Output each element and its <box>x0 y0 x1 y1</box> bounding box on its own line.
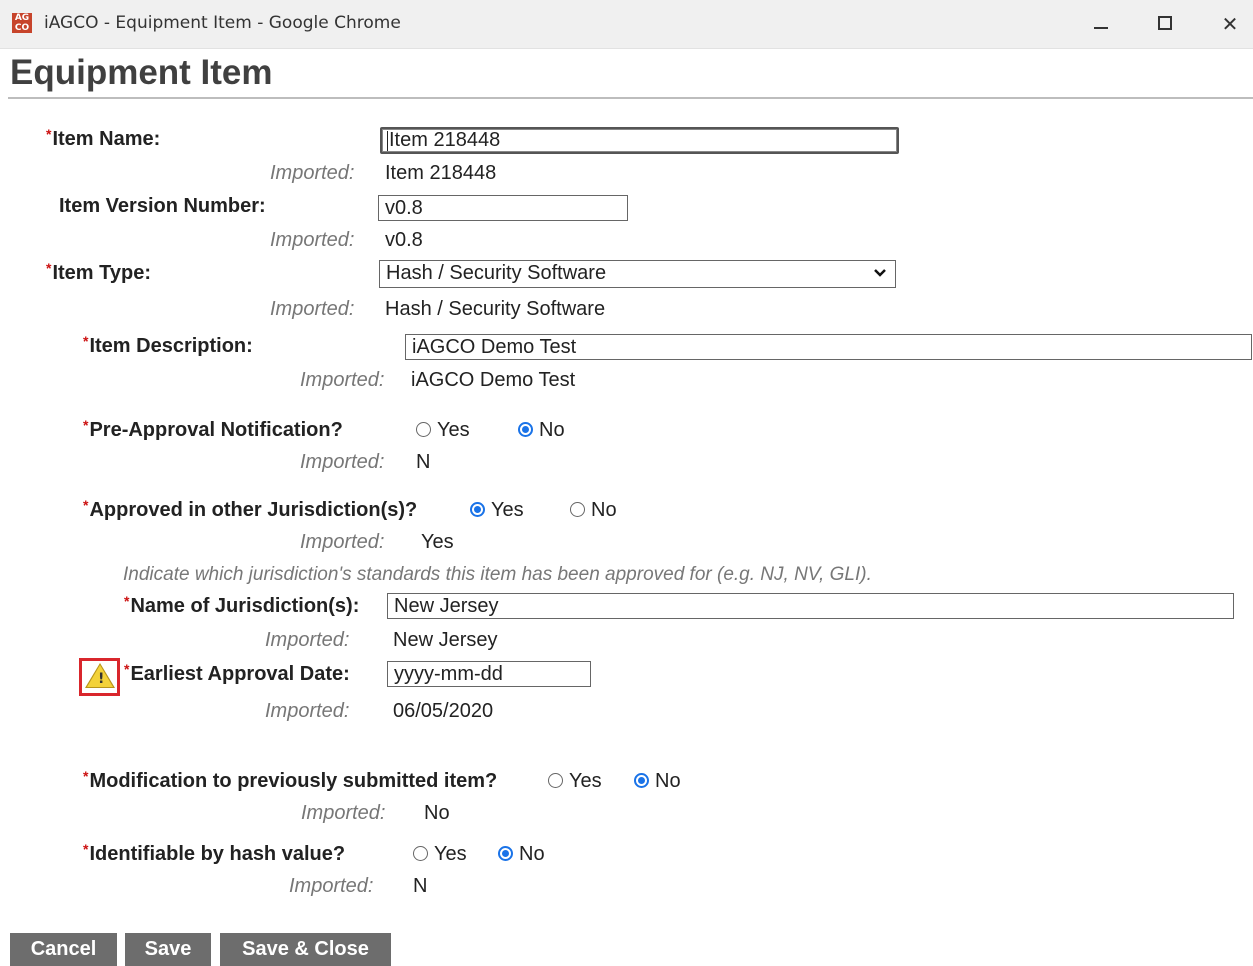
chevron-down-icon <box>873 263 887 287</box>
page-title: Equipment Item <box>10 53 273 92</box>
approved-other-yes-option[interactable]: Yes <box>470 499 524 522</box>
imported-label: Imported: <box>265 629 350 651</box>
item-description-label: *Item Description: <box>83 333 253 357</box>
modification-label: *Modification to previously submitted it… <box>83 768 498 792</box>
close-window-button[interactable]: ✕ <box>1207 8 1253 40</box>
item-name-imported-value: Item 218448 <box>385 162 497 184</box>
save-button[interactable]: Save <box>125 933 211 966</box>
jurisdiction-name-imported-value: New Jersey <box>393 629 498 651</box>
required-marker: * <box>83 333 89 349</box>
approval-date-input[interactable]: yyyy-mm-dd <box>387 661 591 687</box>
required-marker: * <box>83 497 89 513</box>
item-type-imported-value: Hash / Security Software <box>385 298 606 320</box>
item-description-imported-value: iAGCO Demo Test <box>411 369 576 391</box>
radio-selected[interactable] <box>470 502 485 517</box>
jurisdiction-name-input[interactable]: New Jersey <box>387 593 1234 619</box>
item-name-label: *Item Name: <box>46 126 161 150</box>
title-divider <box>8 97 1253 99</box>
required-marker: * <box>83 417 89 433</box>
required-marker: * <box>83 768 89 784</box>
radio-selected[interactable] <box>498 846 513 861</box>
window-title-bar: AG CO iAGCO - Equipment Item - Google Ch… <box>0 0 1253 49</box>
modification-yes-option[interactable]: Yes <box>548 770 602 793</box>
pre-approval-label: *Pre-Approval Notification? <box>83 417 343 441</box>
warning-icon[interactable]: ! <box>79 658 120 696</box>
imported-label: Imported: <box>301 802 386 824</box>
hash-identifiable-label: *Identifiable by hash value? <box>83 841 346 865</box>
close-icon: ✕ <box>1221 12 1239 36</box>
imported-label: Imported: <box>270 298 355 320</box>
item-version-input[interactable]: v0.8 <box>378 195 628 221</box>
approved-other-jurisdictions-label: *Approved in other Jurisdiction(s)? <box>83 497 418 521</box>
required-marker: * <box>83 841 89 857</box>
approved-other-imported-value: Yes <box>421 531 454 553</box>
hash-identifiable-yes-option[interactable]: Yes <box>413 843 467 866</box>
window-title: iAGCO - Equipment Item - Google Chrome <box>44 13 401 33</box>
required-marker: * <box>124 593 130 609</box>
pre-approval-imported-value: N <box>416 451 431 473</box>
radio-unselected[interactable] <box>413 846 428 861</box>
radio-unselected[interactable] <box>416 422 431 437</box>
jurisdiction-name-label: *Name of Jurisdiction(s): <box>124 593 360 617</box>
required-marker: * <box>46 126 52 142</box>
pre-approval-no-option[interactable]: No <box>518 419 565 442</box>
hash-identifiable-imported-value: N <box>413 875 428 897</box>
imported-label: Imported: <box>270 229 355 251</box>
pre-approval-yes-option[interactable]: Yes <box>416 419 470 442</box>
approval-date-label: *Earliest Approval Date: <box>124 661 350 685</box>
maximize-button[interactable] <box>1143 8 1189 40</box>
jurisdiction-hint-text: Indicate which jurisdiction's standards … <box>123 564 872 585</box>
item-name-input[interactable]: Item 218448 <box>380 127 899 154</box>
imported-label: Imported: <box>300 369 385 391</box>
imported-label: Imported: <box>289 875 374 897</box>
modification-no-option[interactable]: No <box>634 770 681 793</box>
imported-label: Imported: <box>265 700 350 722</box>
required-marker: * <box>46 260 52 276</box>
approval-date-imported-value: 06/05/2020 <box>393 700 494 722</box>
hash-identifiable-no-option[interactable]: No <box>498 843 545 866</box>
modification-imported-value: No <box>424 802 450 824</box>
minimize-icon <box>1094 27 1108 29</box>
approved-other-no-option[interactable]: No <box>570 499 617 522</box>
save-and-close-button[interactable]: Save & Close <box>220 933 391 966</box>
radio-selected[interactable] <box>634 773 649 788</box>
app-logo-icon: AG CO <box>12 13 32 33</box>
item-version-label: Item Version Number: <box>59 195 266 217</box>
imported-label: Imported: <box>300 531 385 553</box>
item-type-label: *Item Type: <box>46 260 151 284</box>
radio-unselected[interactable] <box>570 502 585 517</box>
imported-label: Imported: <box>300 451 385 473</box>
cancel-button[interactable]: Cancel <box>10 933 117 966</box>
item-type-select[interactable]: Hash / Security Software <box>379 260 896 288</box>
item-description-input[interactable]: iAGCO Demo Test <box>405 334 1252 360</box>
radio-unselected[interactable] <box>548 773 563 788</box>
imported-label: Imported: <box>270 162 355 184</box>
minimize-button[interactable] <box>1077 8 1123 40</box>
radio-selected[interactable] <box>518 422 533 437</box>
required-marker: * <box>124 661 130 677</box>
item-version-imported-value: v0.8 <box>385 229 423 251</box>
maximize-icon <box>1158 16 1172 30</box>
